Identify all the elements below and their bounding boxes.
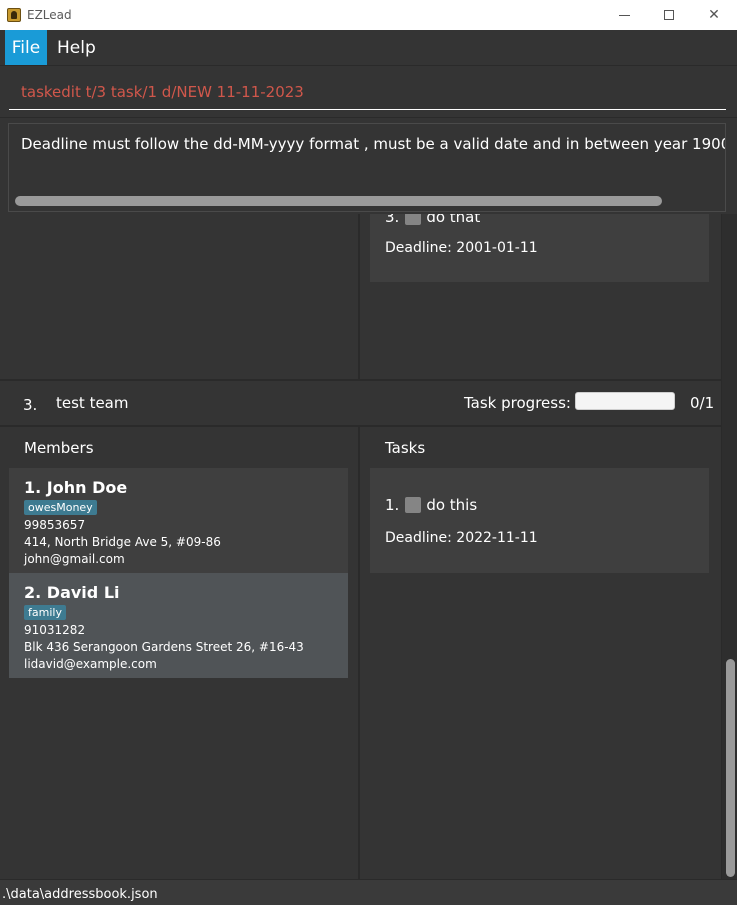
result-message: Deadline must follow the dd-MM-yyyy form… — [21, 135, 725, 153]
command-input[interactable] — [9, 74, 726, 110]
tasks-title: Tasks — [385, 439, 426, 457]
member-address: Blk 436 Serangoon Gardens Street 26, #16… — [24, 640, 304, 654]
member-phone: 91031282 — [24, 623, 86, 637]
team-index: 3. — [23, 396, 38, 414]
task-deadline: Deadline: 2001-01-11 — [385, 240, 538, 256]
save-location: .\data\addressbook.json — [2, 887, 158, 902]
task-deadline: Deadline: 2022-11-11 — [385, 530, 538, 546]
progress-count: 0/1 — [690, 394, 715, 412]
close-icon: ✕ — [708, 7, 720, 23]
task-name: do that — [426, 214, 481, 226]
task-progress-bar — [575, 392, 675, 410]
app-logo-icon — [7, 8, 21, 22]
task-index: 3. — [385, 214, 400, 226]
team-header[interactable]: 3. test team Task progress: 0/1 — [0, 379, 721, 427]
vertical-scroll-thumb[interactable] — [726, 659, 735, 877]
task-index: 1. — [385, 496, 400, 514]
member-name: 2. David Li — [24, 583, 120, 602]
deadline-value: 2001-01-11 — [456, 240, 538, 256]
member-name-text: David Li — [46, 583, 120, 602]
task-name: do this — [426, 496, 478, 514]
members-title: Members — [24, 439, 94, 457]
member-index: 2. — [24, 583, 42, 602]
task-checkbox[interactable] — [405, 214, 422, 225]
task-checkbox[interactable] — [405, 497, 422, 513]
member-index: 1. — [24, 478, 42, 497]
command-box — [0, 66, 737, 118]
member-name: 1. John Doe — [24, 478, 127, 497]
progress-label: Task progress: — [464, 394, 571, 412]
panel-divider — [358, 427, 360, 879]
panel-divider — [358, 214, 360, 379]
member-phone: 99853657 — [24, 518, 86, 532]
member-card[interactable]: 1. John Doe owesMoney 99853657 414, Nort… — [9, 468, 348, 573]
minimize-button[interactable] — [601, 0, 647, 30]
minimize-icon — [618, 14, 630, 16]
member-email: john@gmail.com — [24, 552, 125, 566]
team-name: test team — [56, 394, 129, 412]
menu-help[interactable]: Help — [47, 30, 106, 65]
result-display: Deadline must follow the dd-MM-yyyy form… — [8, 123, 726, 212]
member-tag: family — [24, 605, 66, 620]
task-card[interactable]: 3. do that Deadline: 2001-01-11 — [370, 214, 709, 282]
close-button[interactable]: ✕ — [691, 0, 737, 30]
app-window: EZLead ✕ File Help Deadline must follow … — [0, 0, 737, 905]
member-card[interactable]: 2. David Li family 91031282 Blk 436 Sera… — [9, 573, 348, 678]
status-bar: .\data\addressbook.json — [0, 879, 737, 905]
deadline-label: Deadline: — [385, 240, 452, 256]
member-name-text: John Doe — [46, 478, 128, 497]
maximize-icon — [664, 10, 674, 20]
menu-file[interactable]: File — [5, 30, 47, 65]
member-tag: owesMoney — [24, 500, 97, 515]
title-bar: EZLead ✕ — [0, 0, 737, 30]
deadline-label: Deadline: — [385, 530, 452, 546]
team-list-panel: 3. do that Deadline: 2001-01-11 3. test … — [0, 214, 737, 879]
task-card[interactable]: 1. do this Deadline: 2022-11-11 — [370, 468, 709, 573]
member-email: lidavid@example.com — [24, 657, 157, 671]
task-title: 3. do that — [385, 214, 480, 226]
menu-bar: File Help — [0, 30, 737, 66]
window-title: EZLead — [27, 8, 72, 22]
vertical-scrollbar[interactable] — [721, 214, 737, 879]
task-title: 1. do this — [385, 496, 477, 514]
maximize-button[interactable] — [646, 0, 692, 30]
deadline-value: 2022-11-11 — [456, 530, 538, 546]
horizontal-scrollbar[interactable] — [15, 196, 662, 206]
member-address: 414, North Bridge Ave 5, #09-86 — [24, 535, 221, 549]
